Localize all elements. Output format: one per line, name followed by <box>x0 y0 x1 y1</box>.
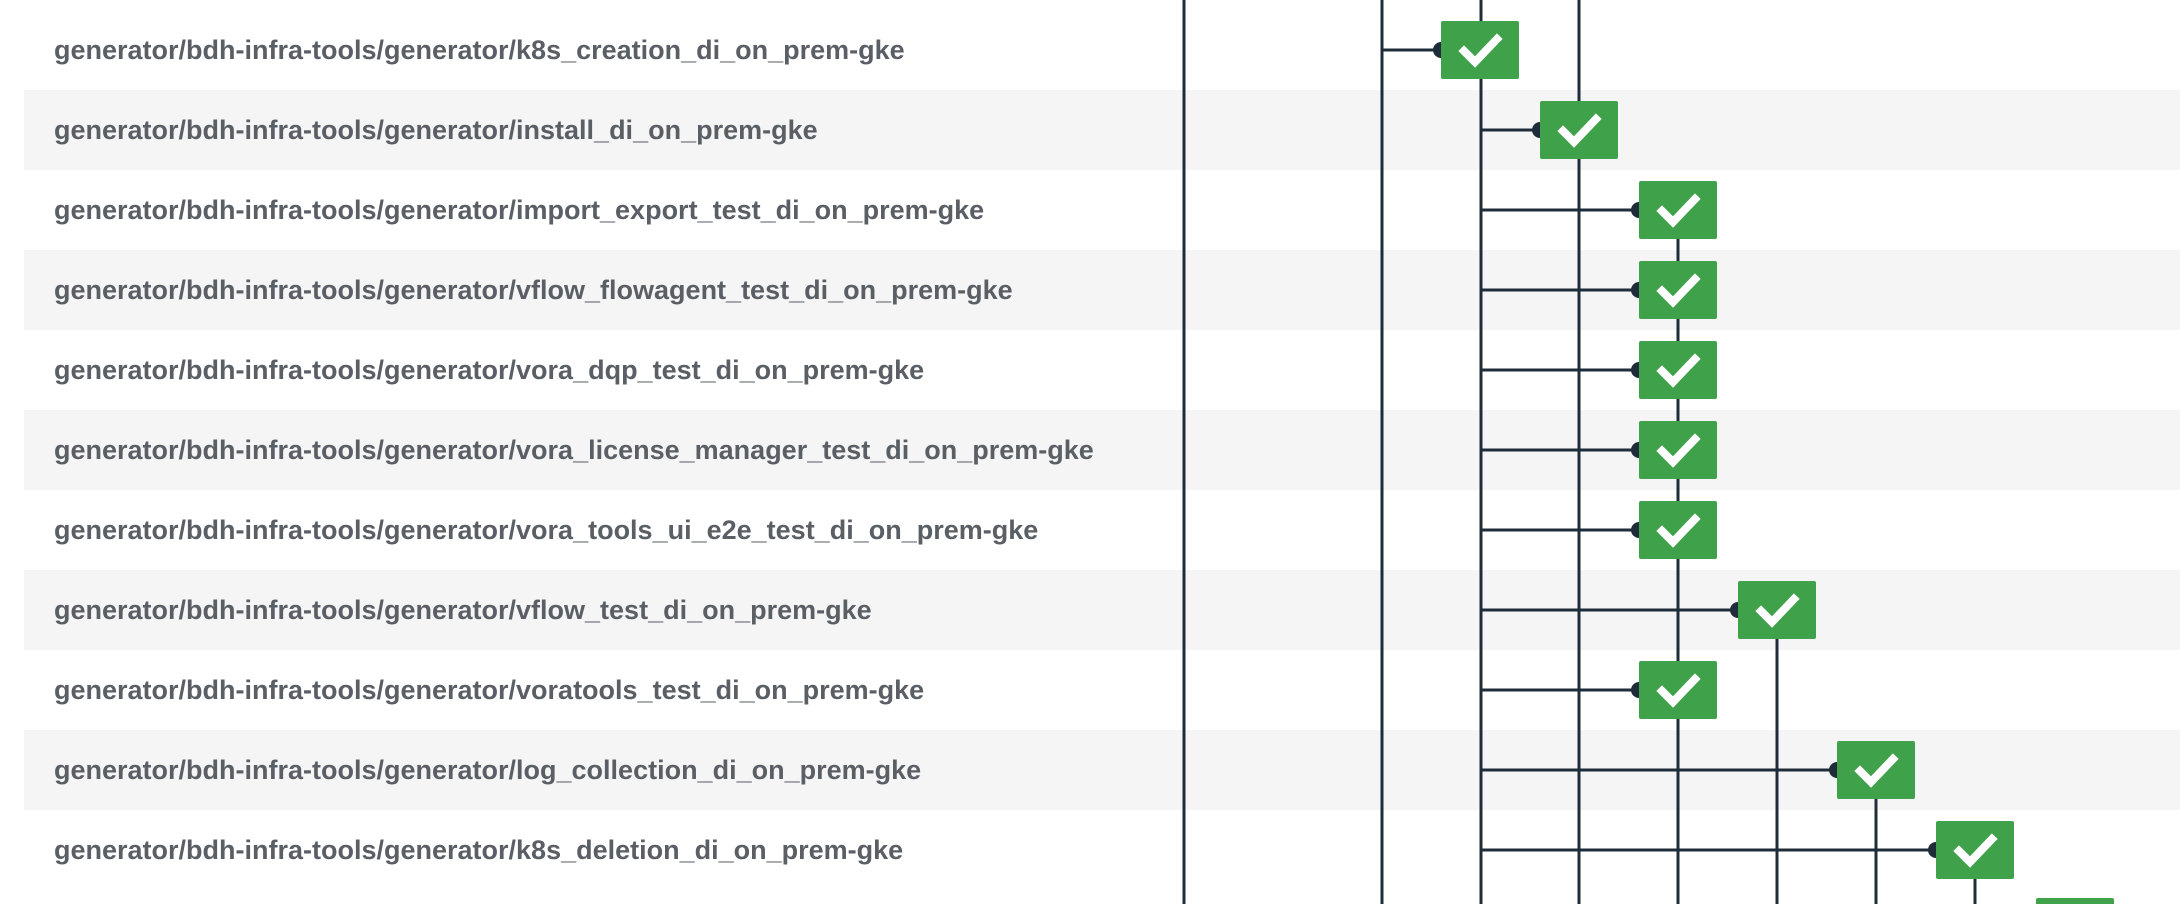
job-status-success[interactable] <box>1837 741 1915 799</box>
status-box <box>1837 741 1915 799</box>
job-status-success[interactable] <box>1936 821 2014 879</box>
status-box <box>1540 101 1618 159</box>
status-box <box>1639 661 1717 719</box>
status-box <box>1639 181 1717 239</box>
status-box <box>1639 501 1717 559</box>
job-status-success[interactable] <box>1639 421 1717 479</box>
job-status-success[interactable] <box>1441 21 1519 79</box>
status-box <box>1441 21 1519 79</box>
status-box <box>1639 341 1717 399</box>
job-status-success[interactable] <box>1639 341 1717 399</box>
dependency-graph <box>1182 0 2114 904</box>
status-box <box>1936 821 2014 879</box>
status-box <box>2036 898 2114 904</box>
status-box <box>1738 581 1816 639</box>
job-status-success[interactable] <box>1639 261 1717 319</box>
job-status-success[interactable] <box>1738 581 1816 639</box>
job-status-success[interactable] <box>1639 501 1717 559</box>
pipeline-view: generator/bdh-infra-tools/generator/k8s_… <box>0 0 2180 904</box>
job-status-success[interactable] <box>1639 181 1717 239</box>
status-box <box>1639 261 1717 319</box>
status-box <box>1639 421 1717 479</box>
job-status-success[interactable] <box>1639 661 1717 719</box>
job-status-success[interactable] <box>1540 101 1618 159</box>
